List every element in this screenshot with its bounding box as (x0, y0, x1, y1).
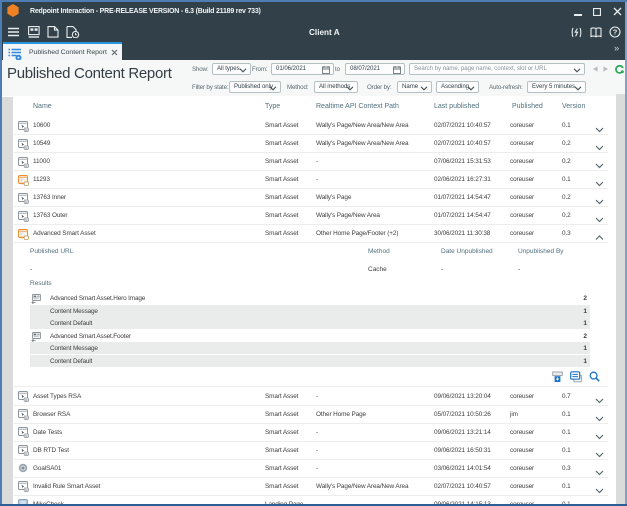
svg-text:?: ? (613, 28, 618, 37)
